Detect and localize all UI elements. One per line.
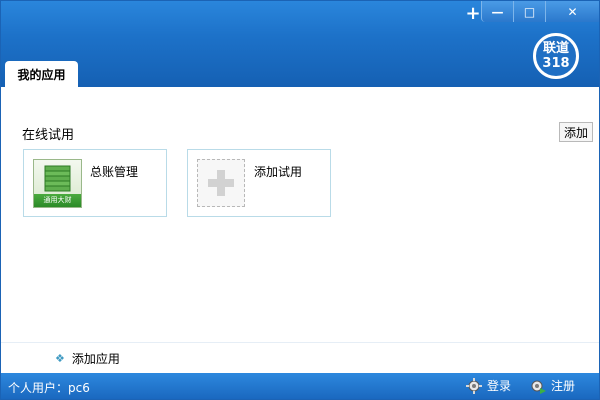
add-plus-icon xyxy=(197,159,245,207)
login-button[interactable]: 登录 xyxy=(466,377,511,394)
gear-icon xyxy=(466,377,482,394)
register-button[interactable]: 注册 xyxy=(530,377,575,394)
brand-line2: 318 xyxy=(542,56,570,71)
main-content: 在线试用 添加 通用大财 总账管理 添加试用 xyxy=(1,87,599,343)
close-button[interactable]: ✕ xyxy=(545,1,599,22)
brand-line1: 联道 xyxy=(542,41,569,56)
tab-my-apps[interactable]: 我的应用 xyxy=(5,61,78,87)
maximize-button[interactable]: □ xyxy=(513,1,545,22)
add-app-link[interactable]: ❖ 添加应用 xyxy=(55,350,120,367)
login-label: 登录 xyxy=(487,379,512,393)
app-card-add-trial[interactable]: 添加试用 xyxy=(187,149,331,217)
window-controls: — □ ✕ xyxy=(481,1,599,23)
add-app-label: 添加应用 xyxy=(71,352,120,366)
brand-logo: 联道 318 xyxy=(533,33,579,79)
status-bar: 个人用户：pc6 登录 注册 xyxy=(1,373,599,399)
user-info: 个人用户：pc6 xyxy=(8,381,90,395)
add-button[interactable]: 添加 xyxy=(559,122,593,142)
app-card-label: 添加试用 xyxy=(254,165,303,179)
app-card-ledger[interactable]: 通用大财 总账管理 xyxy=(23,149,167,217)
section-title: 在线试用 xyxy=(22,128,75,143)
app-window: + — □ ✕ 联道 318 我的应用 在线试用 添加 通用大财 总账管理 添加… xyxy=(0,0,600,400)
title-bar: + — □ ✕ 联道 318 我的应用 xyxy=(1,1,599,87)
diamond-icon: ❖ xyxy=(55,352,65,365)
register-label: 注册 xyxy=(551,379,576,393)
add-icon-button[interactable]: + xyxy=(463,3,483,24)
ledger-icon-caption: 通用大财 xyxy=(34,194,81,207)
app-card-label: 总账管理 xyxy=(90,165,139,179)
ledger-icon: 通用大财 xyxy=(33,159,82,208)
footer-divider xyxy=(1,342,599,343)
minimize-button[interactable]: — xyxy=(481,1,513,22)
gear-arrow-icon xyxy=(531,380,546,394)
